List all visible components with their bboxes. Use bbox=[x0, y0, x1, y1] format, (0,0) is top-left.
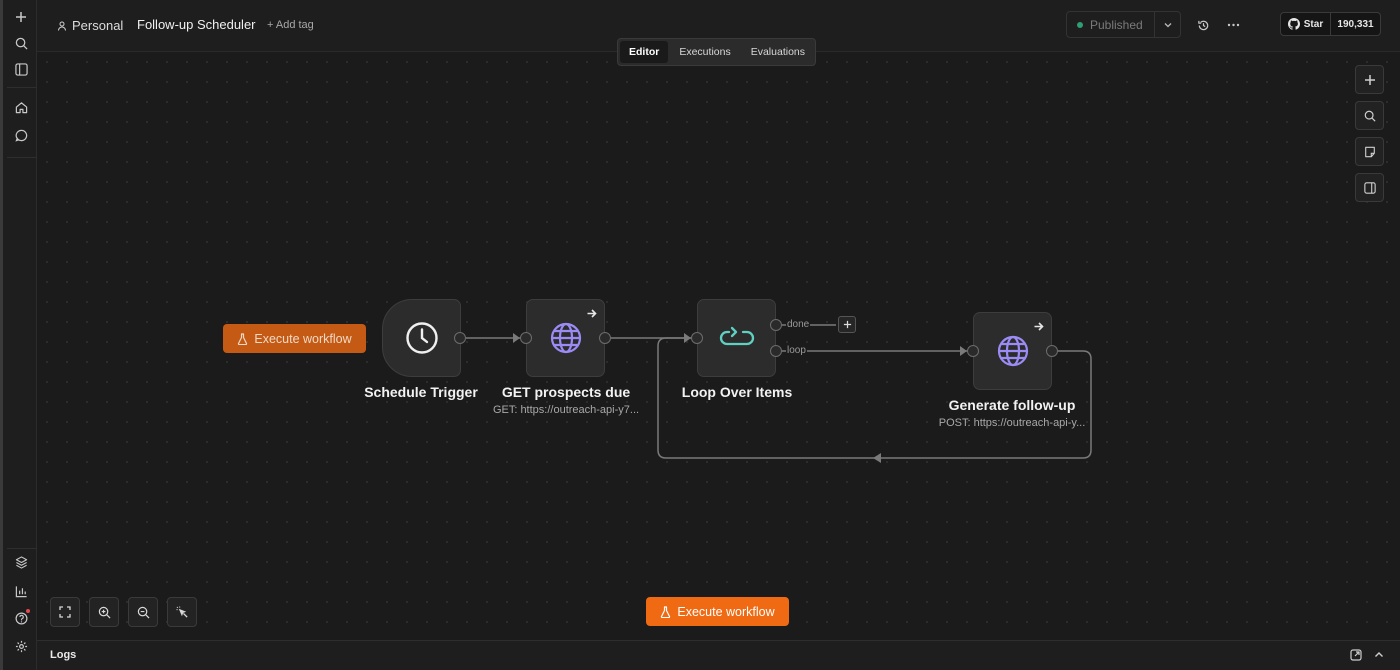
trigger-output-handle[interactable] bbox=[454, 332, 466, 344]
left-sidebar bbox=[0, 0, 37, 670]
logs-panel-bar[interactable]: Logs bbox=[37, 640, 1400, 670]
arrow-right-icon bbox=[1033, 319, 1044, 337]
history-icon[interactable] bbox=[1191, 13, 1215, 37]
node-label-get-prospects: GET prospects due bbox=[501, 384, 631, 400]
github-star-widget[interactable]: Star 190,331 bbox=[1280, 12, 1381, 36]
add-tag-button[interactable]: + Add tag bbox=[267, 19, 314, 31]
node-label-loop: Loop Over Items bbox=[681, 384, 793, 400]
search-icon bbox=[1364, 110, 1376, 122]
loop-arrow-icon bbox=[719, 326, 754, 346]
tab-editor[interactable]: Editor bbox=[620, 41, 669, 63]
output-label-done: done bbox=[786, 319, 811, 330]
published-status-dot bbox=[1077, 21, 1083, 28]
workflow-canvas[interactable]: Editor Executions Evaluations Execute wo… bbox=[37, 38, 1400, 640]
templates-icon[interactable] bbox=[8, 549, 34, 575]
sticky-note-icon bbox=[1364, 146, 1375, 157]
get-input-handle[interactable] bbox=[520, 332, 532, 344]
tidy-up-button[interactable] bbox=[167, 597, 197, 627]
panel-icon bbox=[1363, 181, 1376, 194]
chat-icon[interactable] bbox=[8, 122, 34, 148]
project-breadcrumb[interactable]: Personal bbox=[57, 18, 123, 33]
arrowhead-icon bbox=[513, 333, 520, 343]
plus-icon bbox=[1364, 74, 1375, 85]
zoom-in-icon bbox=[98, 606, 110, 618]
execute-workflow-inline-button[interactable]: Execute workflow bbox=[223, 324, 366, 353]
tab-executions[interactable]: Executions bbox=[670, 41, 739, 63]
node-subtitle-get-prospects: GET: https://outreach-api-y7... bbox=[492, 404, 640, 416]
publish-status-button[interactable]: Published bbox=[1067, 12, 1154, 37]
publish-dropdown: Published bbox=[1066, 11, 1181, 38]
get-output-handle[interactable] bbox=[599, 332, 611, 344]
help-icon[interactable] bbox=[8, 605, 34, 631]
flask-icon bbox=[238, 332, 248, 345]
project-name: Personal bbox=[72, 18, 124, 33]
add-node-after-done-button[interactable] bbox=[838, 316, 856, 333]
chevron-down-icon[interactable] bbox=[1154, 12, 1180, 37]
globe-icon bbox=[997, 335, 1028, 367]
arrow-right-icon bbox=[586, 306, 597, 324]
magic-cursor-icon bbox=[175, 605, 188, 618]
node-subtitle-generate: POST: https://outreach-api-y... bbox=[938, 417, 1086, 429]
flask-icon bbox=[661, 605, 671, 618]
node-get-prospects[interactable] bbox=[526, 299, 605, 377]
arrowhead-icon bbox=[684, 333, 691, 343]
logs-label: Logs bbox=[50, 649, 77, 661]
execute-workflow-button[interactable]: Execute workflow bbox=[646, 597, 789, 626]
github-star-label: Star bbox=[1303, 18, 1324, 30]
arrowhead-icon bbox=[873, 453, 881, 463]
plus-icon bbox=[843, 320, 851, 329]
publish-status-label: Published bbox=[1090, 17, 1143, 32]
node-loop-over-items[interactable] bbox=[697, 299, 776, 377]
search-icon[interactable] bbox=[8, 30, 34, 56]
zoom-in-button[interactable] bbox=[89, 597, 119, 627]
rail-divider bbox=[7, 157, 37, 158]
fit-view-button[interactable] bbox=[50, 597, 80, 627]
globe-icon bbox=[550, 322, 581, 354]
github-star-count: 190,331 bbox=[1337, 18, 1374, 30]
notification-badge bbox=[26, 609, 30, 613]
loop-input-handle[interactable] bbox=[691, 332, 703, 344]
execute-workflow-inline-label: Execute workflow bbox=[254, 331, 352, 346]
workflow-title[interactable]: Follow-up Scheduler bbox=[137, 17, 256, 32]
github-star-button[interactable]: Star bbox=[1281, 13, 1331, 35]
toggle-panel-button[interactable] bbox=[1355, 173, 1384, 202]
add-node-button[interactable] bbox=[1355, 65, 1384, 94]
zoom-out-button[interactable] bbox=[128, 597, 158, 627]
chevron-up-icon[interactable] bbox=[1373, 648, 1385, 666]
more-options-icon[interactable] bbox=[1221, 13, 1245, 37]
popout-icon[interactable] bbox=[1350, 648, 1362, 666]
home-icon[interactable] bbox=[8, 94, 34, 120]
generate-output-handle[interactable] bbox=[1046, 345, 1058, 357]
settings-gear-icon[interactable] bbox=[8, 633, 34, 659]
rail-divider bbox=[7, 87, 37, 88]
sticky-note-button[interactable] bbox=[1355, 137, 1384, 166]
search-nodes-button[interactable] bbox=[1355, 101, 1384, 130]
output-label-loop: loop bbox=[786, 345, 807, 356]
view-tabs: Editor Executions Evaluations bbox=[617, 38, 816, 66]
generate-input-handle[interactable] bbox=[967, 345, 979, 357]
node-generate-follow-up[interactable] bbox=[973, 312, 1052, 390]
insights-chart-icon[interactable] bbox=[8, 578, 34, 604]
loop-done-output-handle[interactable] bbox=[770, 319, 782, 331]
fit-to-screen-icon bbox=[59, 606, 71, 618]
node-label-schedule: Schedule Trigger bbox=[364, 384, 478, 400]
github-icon bbox=[1287, 18, 1300, 30]
sidebar-toggle-icon[interactable] bbox=[8, 56, 34, 82]
arrowhead-icon bbox=[960, 346, 967, 356]
execute-workflow-label: Execute workflow bbox=[677, 604, 775, 619]
user-icon bbox=[58, 21, 66, 31]
tab-evaluations[interactable]: Evaluations bbox=[742, 41, 814, 63]
clock-icon bbox=[405, 322, 438, 354]
node-label-generate: Generate follow-up bbox=[948, 397, 1076, 413]
loop-loop-output-handle[interactable] bbox=[770, 345, 782, 357]
zoom-out-icon bbox=[137, 606, 149, 618]
add-icon[interactable] bbox=[8, 4, 34, 30]
node-schedule-trigger[interactable] bbox=[382, 299, 461, 377]
